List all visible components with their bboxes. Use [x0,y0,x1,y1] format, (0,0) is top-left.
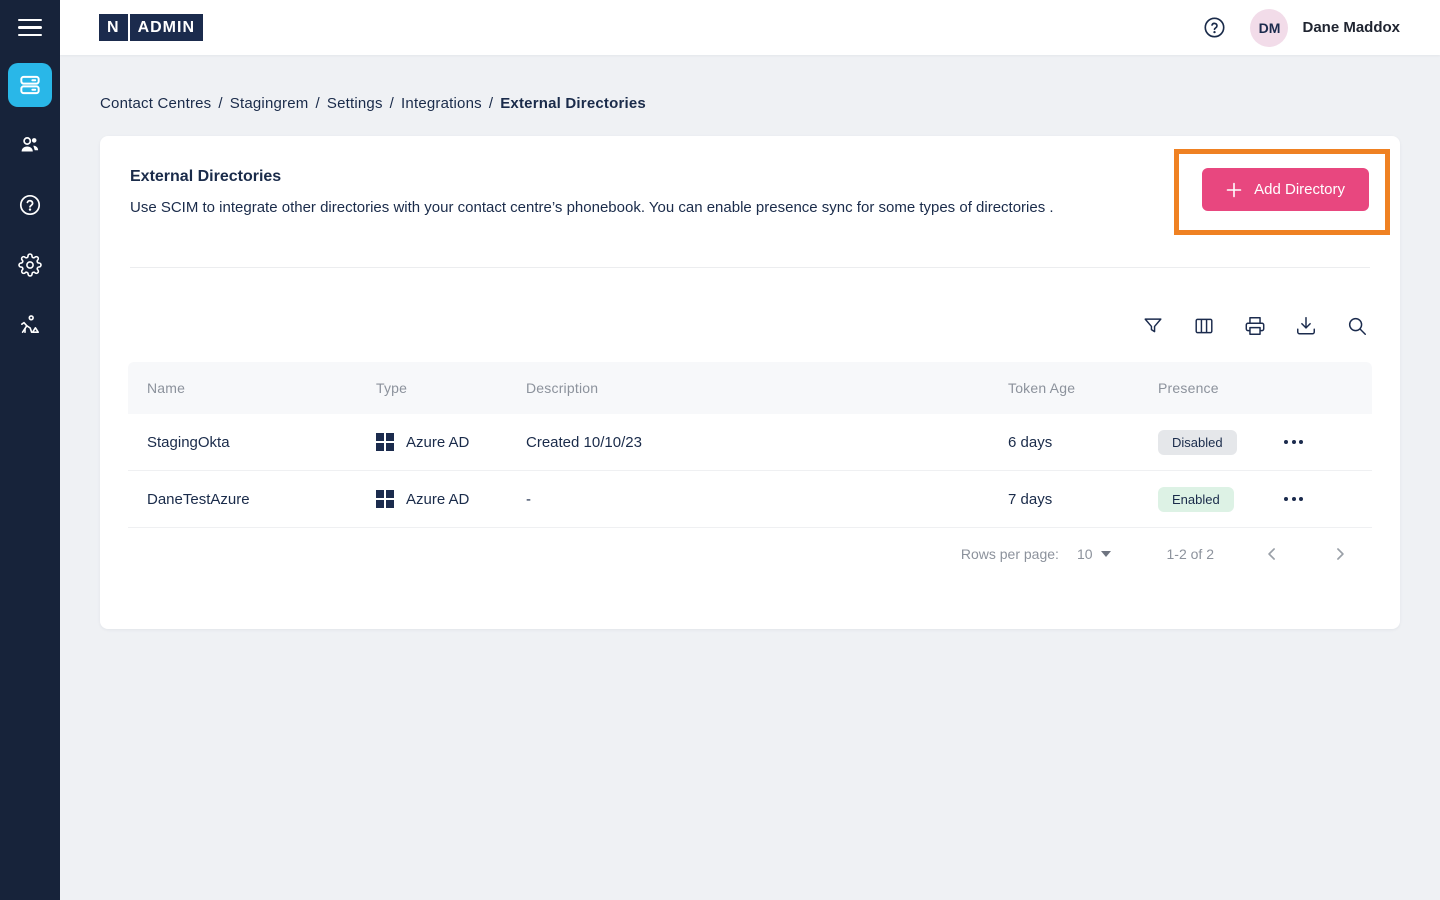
help-icon[interactable] [1203,16,1226,39]
col-header-token-age: Token Age [1008,380,1158,396]
app-logo[interactable]: N ADMIN [99,14,203,41]
directories-table: Name Type Description Token Age Presence… [128,362,1372,580]
table-toolbar [100,314,1368,338]
breadcrumb-item-settings[interactable]: Settings [327,95,383,112]
logo-admin: ADMIN [130,14,203,41]
previous-page-button[interactable] [1262,544,1282,564]
settings-gear-icon [18,253,42,277]
columns-icon[interactable] [1193,315,1215,337]
breadcrumb-separator: / [218,95,222,112]
breadcrumb-separator: / [489,95,493,112]
col-header-description: Description [526,380,1008,396]
rows-per-page-value: 10 [1077,546,1093,562]
contact-centres-icon [17,72,43,98]
menu-icon[interactable] [0,0,60,55]
download-icon[interactable] [1295,315,1317,337]
directory-type: Azure AD [376,490,526,508]
next-page-button[interactable] [1330,544,1350,564]
divider [130,267,1370,268]
breadcrumb-item-integrations[interactable]: Integrations [401,95,482,112]
col-header-type: Type [376,380,526,396]
sidebar [0,0,60,900]
chevron-down-icon [1101,551,1111,557]
row-actions [1284,434,1372,450]
table-row: DaneTestAzure Azure AD - 7 days Enabled [128,471,1372,528]
main-content: Contact Centres / Stagingrem / Settings / Inte… [60,55,1440,900]
filter-icon[interactable] [1142,315,1164,337]
presence-cell: Disabled [1158,430,1284,455]
status-badge: Disabled [1158,430,1237,455]
avatar[interactable]: DM [1250,9,1288,47]
directory-description: - [526,491,1008,508]
plus-icon [1226,182,1242,198]
help-icon [18,193,42,217]
search-icon[interactable] [1346,315,1368,337]
add-directory-button[interactable]: Add Directory [1202,168,1369,211]
directory-type: Azure AD [376,433,526,451]
breadcrumb: Contact Centres / Stagingrem / Settings / Inte… [100,95,1400,112]
directory-type-label: Azure AD [406,434,469,451]
external-directories-card: External Directories Use SCIM to integra… [100,136,1400,629]
table-header-row: Name Type Description Token Age Presence [128,362,1372,414]
pagination: Rows per page: 10 1-2 of 2 [128,528,1372,580]
add-directory-label: Add Directory [1254,181,1345,198]
rows-per-page-label: Rows per page: [961,546,1059,562]
table-row: StagingOkta Azure AD Created 10/10/23 6 … [128,414,1372,471]
sidebar-item-tools[interactable] [0,295,60,355]
breadcrumb-separator: / [315,95,319,112]
print-icon[interactable] [1244,315,1266,337]
construction-icon [18,313,42,337]
rows-per-page-select[interactable]: 10 [1077,546,1111,562]
breadcrumb-item-stagingrem[interactable]: Stagingrem [230,95,309,112]
logo-n: N [99,14,128,41]
user-name: Dane Maddox [1302,19,1400,36]
topbar: N ADMIN DM Dane Maddox [60,0,1440,55]
user-menu[interactable]: DM Dane Maddox [1250,9,1400,47]
sidebar-item-contact-centres[interactable] [0,55,60,115]
directory-type-label: Azure AD [406,491,469,508]
col-header-name: Name [128,380,376,396]
sidebar-item-settings[interactable] [0,235,60,295]
status-badge: Enabled [1158,487,1234,512]
ellipsis-menu-icon[interactable] [1284,434,1310,450]
page-title: External Directories [130,168,1370,186]
azure-ad-logo [376,490,394,508]
breadcrumb-separator: / [390,95,394,112]
presence-cell: Enabled [1158,487,1284,512]
breadcrumb-current: External Directories [500,95,646,112]
page-description: Use SCIM to integrate other directories … [130,199,1090,216]
row-actions [1284,491,1372,507]
token-age: 6 days [1008,434,1158,451]
token-age: 7 days [1008,491,1158,508]
directory-name: DaneTestAzure [128,491,376,508]
directory-name: StagingOkta [128,434,376,451]
sidebar-item-users[interactable] [0,115,60,175]
active-nav-tile[interactable] [8,63,52,107]
users-icon [18,133,42,157]
azure-ad-logo [376,433,394,451]
sidebar-item-help[interactable] [0,175,60,235]
breadcrumb-item-contact-centres[interactable]: Contact Centres [100,95,211,112]
pagination-range: 1-2 of 2 [1167,546,1214,562]
directory-description: Created 10/10/23 [526,434,1008,451]
col-header-presence: Presence [1158,380,1284,396]
ellipsis-menu-icon[interactable] [1284,491,1310,507]
